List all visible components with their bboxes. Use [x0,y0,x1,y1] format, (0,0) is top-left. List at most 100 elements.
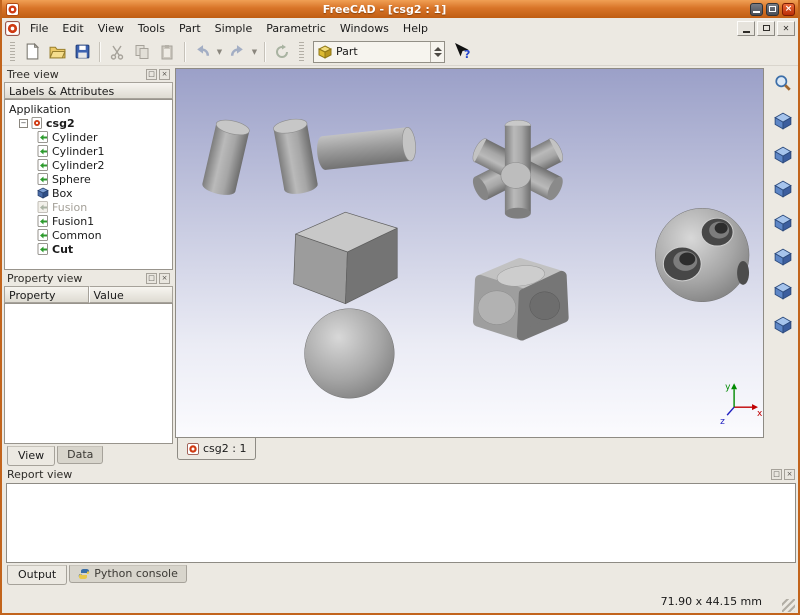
property-panel-title: Property view [7,272,144,285]
view-front-button[interactable] [770,142,796,168]
mdi-restore-button[interactable] [757,21,775,36]
tree-item-label: csg2 [46,117,75,130]
save-file-button[interactable] [70,40,94,64]
tree-item-cylinder1[interactable]: Cylinder1 [5,144,172,158]
part-feature-icon-hidden [37,201,49,213]
document-tab-label: csg2 : 1 [203,442,246,455]
shape-common[interactable] [478,263,564,336]
maximize-button[interactable] [766,3,779,16]
resize-grip[interactable] [782,599,795,612]
part-feature-icon [37,131,49,143]
paste-button[interactable] [155,40,179,64]
3d-scene[interactable]: x y z [176,69,763,437]
freecad-window: FreeCAD - [csg2 : 1] × File Edit View To… [0,0,800,615]
freecad-document-icon [31,117,43,129]
tree-column-header: Labels & Attributes [4,82,173,99]
menu-simple[interactable]: Simple [208,20,260,37]
document-tab-csg2[interactable]: csg2 : 1 [177,438,256,460]
workbench-spin-buttons[interactable] [430,42,444,62]
report-float-button[interactable]: □ [771,469,782,480]
3d-viewport[interactable]: x y z [175,68,764,438]
menu-edit[interactable]: Edit [55,20,90,37]
view-rear-icon [774,248,792,266]
toolbar-handle[interactable] [10,42,15,62]
tab-output-label: Output [18,568,56,581]
open-file-button[interactable] [45,40,69,64]
minimize-button[interactable] [750,3,763,16]
view-top-button[interactable] [770,176,796,202]
freecad-app-icon[interactable] [5,2,19,16]
copy-button[interactable] [130,40,154,64]
shape-cut[interactable] [655,208,749,301]
tree-item-fusion[interactable]: Fusion [5,200,172,214]
menu-part[interactable]: Part [172,20,208,37]
axis-z-label: z [720,417,725,427]
tree-view[interactable]: Applikation − csg2 Cylinder Cylinder1 [4,99,173,270]
titlebar[interactable]: FreeCAD - [csg2 : 1] × [2,0,798,18]
left-dock-tabs: View Data [4,446,173,466]
view-rear-button[interactable] [770,244,796,270]
shape-sphere[interactable] [305,309,395,399]
tree-item-cut[interactable]: Cut [5,242,172,256]
tree-item-cylinder2[interactable]: Cylinder2 [5,158,172,172]
property-float-button[interactable]: □ [146,273,157,284]
redo-icon [229,43,246,60]
collapse-icon[interactable]: − [19,119,28,128]
redo-dropdown-button[interactable]: ▼ [250,40,259,64]
menu-tools[interactable]: Tools [131,20,172,37]
menu-file[interactable]: File [23,20,55,37]
menu-parametric[interactable]: Parametric [259,20,333,37]
workbench-selected-value: Part [336,45,426,58]
tab-data[interactable]: Data [57,446,103,464]
view-left-button[interactable] [770,312,796,338]
tree-item-fusion1[interactable]: Fusion1 [5,214,172,228]
tree-panel-header: Tree view □ × [4,66,173,82]
tree-panel-title: Tree view [7,68,144,81]
property-close-button[interactable]: × [159,273,170,284]
workbench-selector[interactable]: Part [313,41,445,63]
tree-item-csg2[interactable]: − csg2 [5,116,172,130]
tab-view[interactable]: View [7,446,55,466]
whats-this-button[interactable]: ? [450,40,474,64]
view-bottom-button[interactable] [770,278,796,304]
refresh-button[interactable] [270,40,294,64]
spin-down-icon [434,53,442,57]
view-right-icon [774,214,792,232]
tab-output[interactable]: Output [7,565,67,585]
undo-button[interactable] [190,40,214,64]
view-right-button[interactable] [770,210,796,236]
tree-item-sphere[interactable]: Sphere [5,172,172,186]
tab-python-console[interactable]: Python console [69,565,187,583]
zoom-fit-button[interactable] [770,70,796,96]
mdi-minimize-button[interactable] [737,21,755,36]
tree-item-cylinder[interactable]: Cylinder [5,130,172,144]
redo-button[interactable] [225,40,249,64]
document-icon[interactable] [5,21,20,36]
new-file-button[interactable] [20,40,44,64]
view-toolbar [766,70,800,338]
chevron-down-icon: ▼ [217,48,222,56]
report-output[interactable] [6,483,796,563]
cut-button[interactable] [105,40,129,64]
tree-item-common[interactable]: Common [5,228,172,242]
report-panel-header: Report view □ × [4,466,798,482]
open-file-icon [49,43,66,60]
paste-icon [159,44,175,60]
property-list[interactable] [4,303,173,444]
close-button[interactable]: × [782,3,795,16]
tree-float-button[interactable]: □ [146,69,157,80]
part-feature-icon [37,159,49,171]
undo-dropdown-button[interactable]: ▼ [215,40,224,64]
menu-help[interactable]: Help [396,20,435,37]
tree-close-button[interactable]: × [159,69,170,80]
view-axonometric-button[interactable] [770,108,796,134]
tree-item-application[interactable]: Applikation [5,102,172,116]
menubar: File Edit View Tools Part Simple Paramet… [2,18,798,38]
toolbar-handle[interactable] [299,42,304,62]
menu-windows[interactable]: Windows [333,20,396,37]
report-close-button[interactable]: × [784,469,795,480]
mdi-close-button[interactable]: ✕ [777,21,795,36]
tree-item-box[interactable]: Box [5,186,172,200]
tree-item-label: Cylinder1 [52,145,105,158]
menu-view[interactable]: View [91,20,131,37]
